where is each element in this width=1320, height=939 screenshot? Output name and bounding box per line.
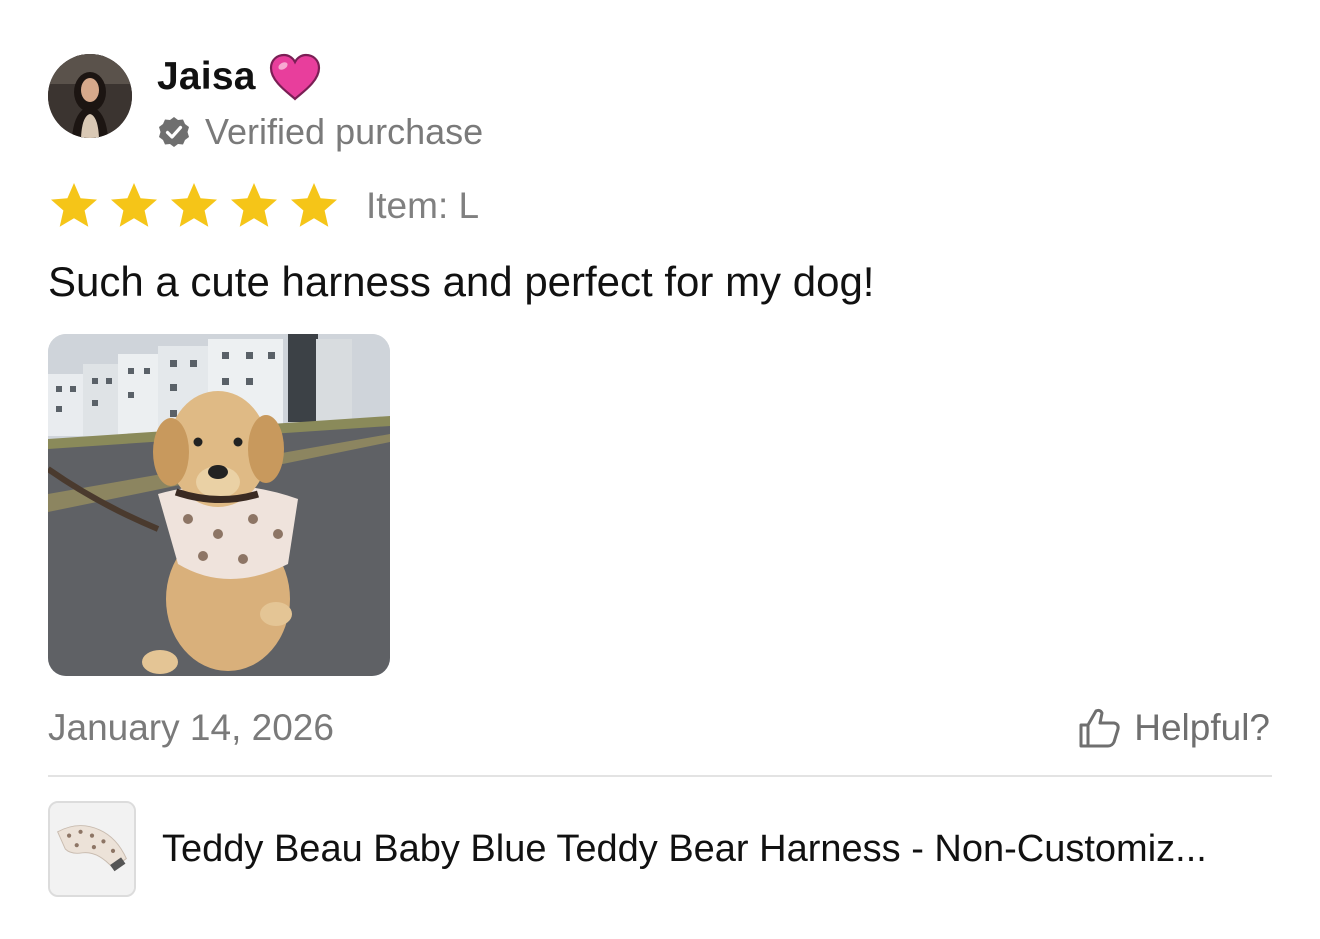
item-variant-label: Item: L xyxy=(366,185,480,226)
star-rating xyxy=(48,180,348,232)
divider xyxy=(48,775,1272,777)
product-name: Teddy Beau Baby Blue Teddy Bear Harness … xyxy=(162,827,1207,870)
reviewer-avatar[interactable] xyxy=(48,54,132,138)
star-icon xyxy=(111,183,157,227)
star-icon xyxy=(171,183,217,227)
avatar-image xyxy=(48,54,132,138)
verified-label: Verified purchase xyxy=(205,111,484,152)
review-footer: January 14, 2026 Helpful? xyxy=(48,700,1270,756)
product-thumbnail-image xyxy=(50,803,134,895)
helpful-button[interactable]: Helpful? xyxy=(1076,705,1270,751)
pink-heart-icon xyxy=(269,53,320,101)
review-date: January 14, 2026 xyxy=(48,707,334,748)
verified-badge-icon xyxy=(159,117,189,147)
product-link[interactable]: Teddy Beau Baby Blue Teddy Bear Harness … xyxy=(48,800,1207,898)
product-thumbnail xyxy=(48,801,136,897)
rating-row: Item: L xyxy=(48,178,479,234)
review-photo-image xyxy=(48,334,390,676)
star-icon xyxy=(231,183,277,227)
reviewer-name: Jaisa xyxy=(157,55,256,98)
star-icon xyxy=(291,183,337,227)
star-icon xyxy=(51,183,97,227)
reviewer-name-row: Jaisa xyxy=(157,52,322,102)
review-photo[interactable] xyxy=(48,334,390,676)
thumbs-up-icon xyxy=(1079,708,1120,748)
helpful-label: Helpful? xyxy=(1134,707,1270,748)
verified-purchase: Verified purchase xyxy=(157,110,483,154)
review-text: Such a cute harness and perfect for my d… xyxy=(48,258,875,305)
